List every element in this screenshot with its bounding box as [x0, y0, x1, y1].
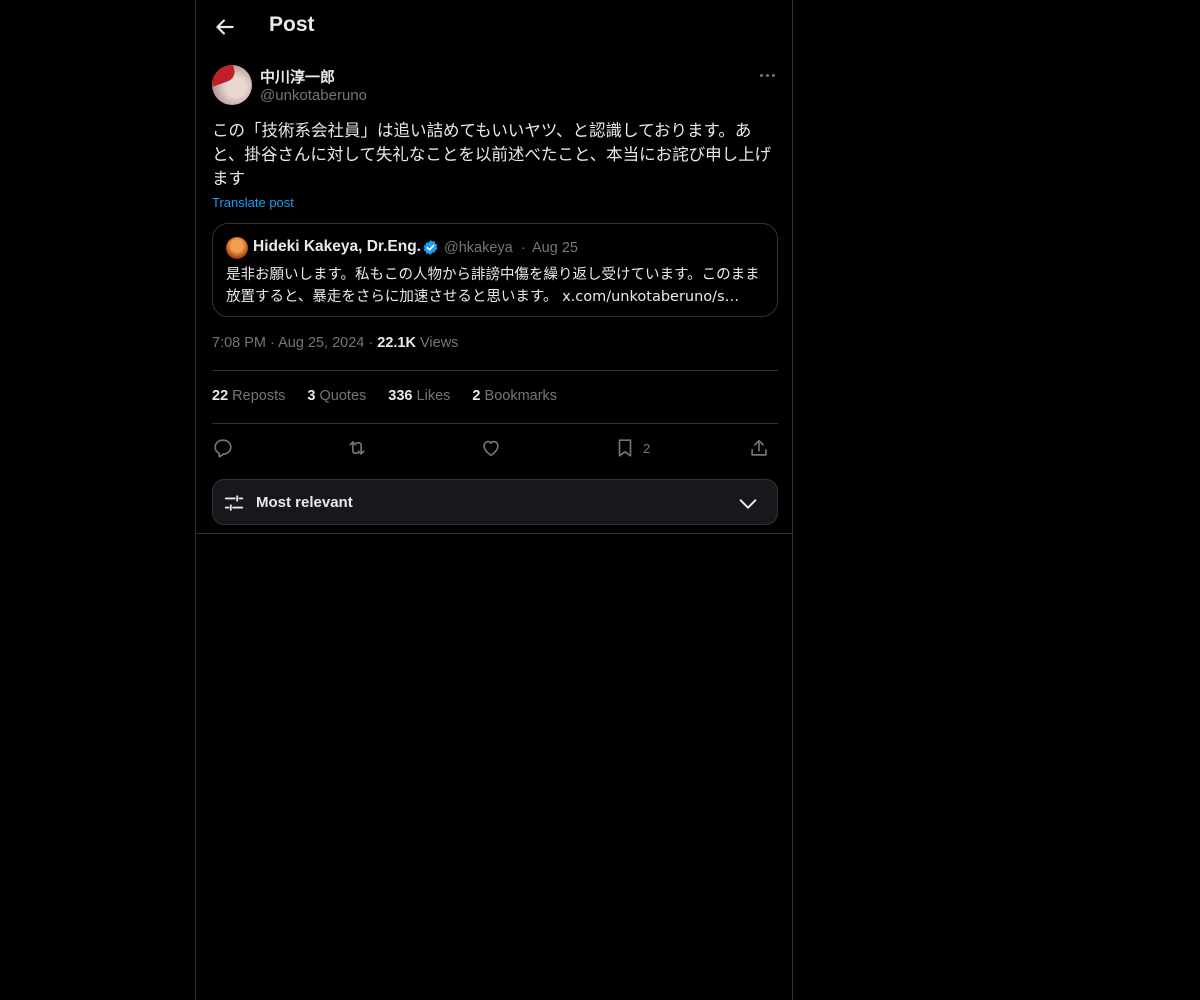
meta-separator: ·	[368, 335, 378, 351]
arrow-left-icon	[216, 19, 234, 35]
quotes-label: Quotes	[319, 388, 367, 404]
sort-label: Most relevant	[256, 494, 353, 511]
views-count: 22.1K	[377, 335, 416, 351]
quote-link[interactable]: x.com/unkotaberuno/s…	[562, 289, 739, 305]
quote-text: 是非お願いします。私もこの人物から誹謗中傷を繰り返し受けています。このまま放置す…	[226, 264, 766, 308]
bookmark-icon	[618, 439, 632, 457]
post-column: Post 中川淳一郎 @unkotaberuno この「技術系会社員」は追い詰め…	[195, 0, 793, 1000]
quote-date: Aug 25	[532, 240, 578, 256]
reply-sort-dropdown[interactable]: Most relevant	[212, 479, 778, 525]
chevron-down-icon	[739, 499, 757, 509]
post-meta: 7:08 PM · Aug 25, 2024 · 22.1K Views	[212, 335, 458, 351]
meta-separator: ·	[270, 335, 279, 351]
reply-button[interactable]	[212, 437, 234, 459]
reposts-stat[interactable]: 22 Reposts	[212, 388, 285, 404]
repost-button[interactable]	[346, 437, 368, 459]
more-dot-icon	[765, 73, 769, 77]
bookmarks-count: 2	[472, 388, 481, 404]
share-button[interactable]	[748, 437, 770, 459]
like-icon	[483, 440, 499, 457]
quote-separator: ·	[521, 240, 526, 256]
likes-label: Likes	[416, 388, 451, 404]
post-time[interactable]: 7:08 PM	[212, 335, 266, 351]
quotes-stat[interactable]: 3 Quotes	[307, 388, 366, 404]
more-options-button[interactable]	[756, 66, 778, 84]
bookmark-button[interactable]	[614, 437, 636, 459]
avatar[interactable]	[212, 65, 252, 105]
divider	[212, 423, 778, 424]
author-name[interactable]: 中川淳一郎	[260, 66, 335, 87]
reposts-count: 22	[212, 388, 229, 404]
bookmark-count: 2	[643, 441, 651, 456]
likes-count: 336	[388, 388, 413, 404]
quote-avatar	[226, 237, 248, 259]
reply-icon	[214, 439, 232, 458]
sliders-icon	[224, 495, 244, 511]
share-icon	[751, 439, 767, 456]
back-button[interactable]	[212, 14, 238, 40]
divider	[212, 370, 778, 371]
views-label: Views	[420, 335, 459, 351]
author-handle[interactable]: @unkotaberuno	[260, 87, 367, 104]
bookmarks-stat[interactable]: 2 Bookmarks	[472, 388, 557, 404]
quote-author-handle: @hkakeya	[444, 240, 513, 256]
post-stats: 22 Reposts 3 Quotes 336 Likes 2 Bookmark…	[212, 388, 575, 404]
more-dot-icon	[771, 73, 775, 77]
avatar-hat-shape	[212, 65, 238, 87]
more-dot-icon	[759, 73, 763, 77]
post-text: この「技術系会社員」は追い詰めてもいいヤツ、と認識しております。あと、掛谷さんに…	[212, 121, 772, 188]
post-author: 中川淳一郎 @unkotaberuno	[212, 64, 778, 108]
like-button[interactable]	[480, 437, 502, 459]
header: Post	[196, 0, 794, 55]
quote-author-name: Hideki Kakeya, Dr.Eng.	[253, 238, 421, 255]
reposts-label: Reposts	[232, 388, 286, 404]
translate-link[interactable]: Translate post	[212, 195, 294, 210]
bookmarks-label: Bookmarks	[484, 388, 558, 404]
action-bar: 2	[212, 433, 778, 463]
quoted-post[interactable]: Hideki Kakeya, Dr.Eng. @hkakeya · Aug 25…	[212, 223, 778, 317]
likes-stat[interactable]: 336 Likes	[388, 388, 450, 404]
quotes-count: 3	[307, 388, 316, 404]
post-date[interactable]: Aug 25, 2024	[278, 335, 364, 351]
verified-badge-icon	[423, 240, 438, 255]
page-title: Post	[269, 13, 315, 36]
divider	[196, 533, 792, 534]
repost-icon	[349, 441, 365, 455]
